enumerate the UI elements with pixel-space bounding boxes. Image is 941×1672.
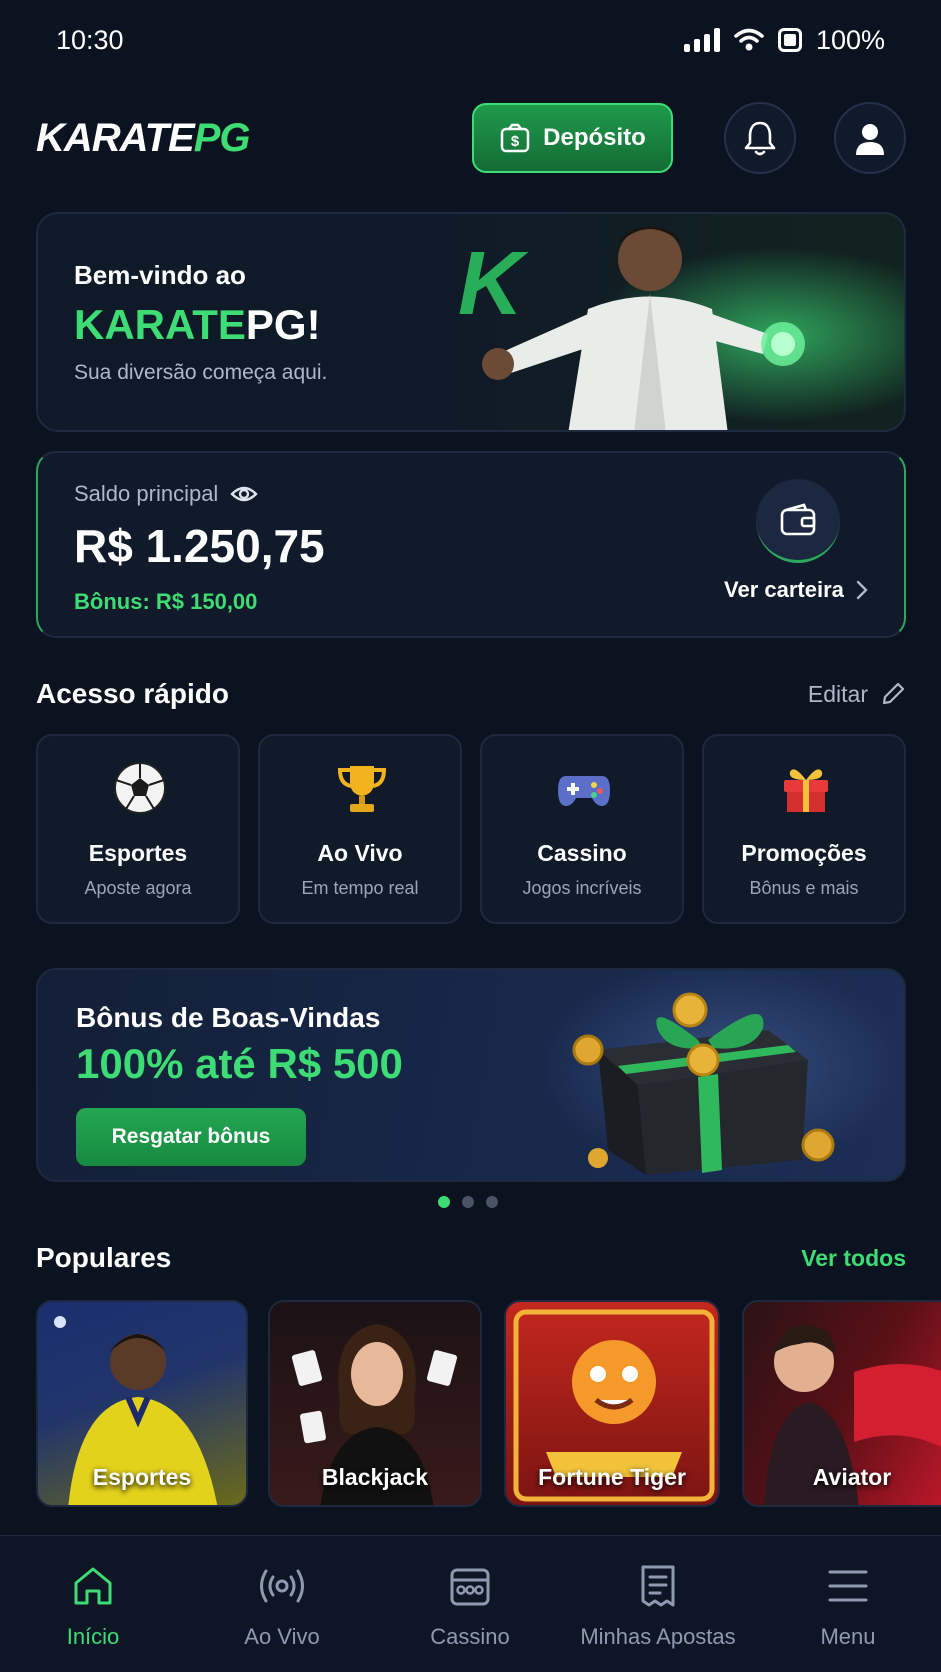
svg-text:$: $ — [511, 133, 520, 150]
welcome-subtitle: Sua diversão começa aqui. — [74, 361, 328, 384]
wallet-button[interactable] — [756, 479, 840, 563]
game-card-aviator[interactable]: Aviator — [742, 1300, 941, 1507]
gamepad-icon — [558, 776, 610, 806]
battery-icon — [777, 28, 802, 52]
quick-card-subtitle: Bônus e mais — [749, 878, 859, 898]
home-icon — [74, 1567, 112, 1605]
money-bag-icon: $ — [500, 123, 530, 153]
quick-card-title: Esportes — [88, 840, 188, 866]
trophy-icon — [337, 766, 387, 812]
nav-label: Ao Vivo — [244, 1624, 320, 1649]
live-broadcast-icon — [260, 1569, 304, 1603]
game-card-label: Blackjack — [321, 1464, 429, 1490]
karatepg-logo[interactable]: KARATEPG — [36, 116, 250, 161]
user-avatar-icon — [856, 124, 884, 155]
status-indicators: 100% — [683, 24, 885, 56]
chevron-right-icon — [856, 580, 868, 600]
carousel-dot[interactable] — [462, 1196, 474, 1208]
quick-card-subtitle: Jogos incríveis — [522, 878, 642, 898]
nav-item-my-bets[interactable]: Minhas Apostas — [568, 1560, 748, 1650]
view-wallet-link[interactable]: Ver carteira — [724, 577, 868, 603]
quick-card-title: Ao Vivo — [317, 840, 403, 866]
quick-card-title: Promoções — [741, 840, 867, 866]
battery-percent: 100% — [815, 24, 885, 55]
wallet-icon — [780, 502, 816, 535]
quick-card-promotions[interactable]: Promoções Bônus e mais — [702, 734, 906, 924]
nav-label: Início — [66, 1624, 120, 1649]
status-time: 10:30 — [56, 24, 124, 55]
promo-amount: 100% até R$ 500 — [76, 1040, 403, 1087]
pencil-icon — [882, 682, 905, 705]
balance-card: Saldo principal R$ 1.250,75 Bônus: R$ 15… — [36, 451, 906, 638]
nav-label: Cassino — [430, 1624, 510, 1649]
svg-text:K: K — [458, 234, 529, 334]
bet-slip-icon — [641, 1565, 675, 1607]
gift-icon — [784, 769, 828, 812]
popular-header: Populares Ver todos — [36, 1242, 906, 1274]
gift-box-illustration — [538, 970, 904, 1180]
deposit-label: Depósito — [543, 124, 646, 151]
deposit-button[interactable]: $ Depósito — [472, 103, 673, 173]
app-header: KARATEPG $ Depósito — [36, 100, 906, 176]
edit-quick-access-link[interactable]: Editar — [808, 681, 906, 708]
carousel-indicators — [438, 1196, 498, 1208]
quick-access-title: Acesso rápido — [36, 678, 229, 709]
nav-label: Menu — [820, 1624, 876, 1649]
nav-label: Minhas Apostas — [580, 1624, 736, 1649]
welcome-brand: KARATEPG! — [74, 301, 321, 348]
nav-item-home[interactable]: Início — [3, 1560, 183, 1650]
game-card-label: Aviator — [812, 1464, 892, 1490]
balance-value: R$ 1.250,75 — [74, 520, 325, 572]
profile-button[interactable] — [834, 102, 906, 174]
promo-title: Bônus de Boas-Vindas — [76, 1002, 381, 1033]
welcome-banner[interactable]: Bem-vindo ao KARATEPG! Sua diversão come… — [36, 212, 906, 432]
balance-label-row: Saldo principal — [74, 481, 259, 507]
game-card-label: Esportes — [92, 1464, 192, 1490]
popular-title: Populares — [36, 1242, 172, 1273]
hamburger-menu-icon — [828, 1570, 868, 1602]
notifications-button[interactable] — [724, 102, 796, 174]
balance-label: Saldo principal — [74, 481, 219, 506]
nav-item-casino[interactable]: Cassino — [380, 1560, 560, 1650]
see-all-link[interactable]: Ver todos — [801, 1245, 906, 1272]
welcome-bonus-banner[interactable]: Bônus de Boas-Vindas 100% até R$ 500 Res… — [36, 968, 906, 1182]
quick-access-header: Acesso rápido Editar — [36, 678, 906, 710]
quick-card-subtitle: Em tempo real — [301, 878, 419, 898]
signal-icon — [683, 28, 720, 52]
karate-fighter-illustration: K — [438, 214, 904, 430]
quick-access-grid: Esportes Aposte agora Ao Vivo Em tempo r… — [36, 734, 906, 924]
carousel-dot[interactable] — [486, 1196, 498, 1208]
soccer-ball-icon — [114, 762, 166, 814]
nav-item-menu[interactable]: Menu — [758, 1560, 938, 1650]
claim-bonus-button[interactable]: Resgatar bônus — [76, 1108, 306, 1166]
popular-games-row: Esportes Blackjack Fortune Tiger Aviator — [36, 1300, 941, 1507]
game-card-sports[interactable]: Esportes — [36, 1300, 248, 1507]
quick-card-subtitle: Aposte agora — [84, 878, 192, 898]
bonus-balance: Bônus: R$ 150,00 — [74, 589, 258, 614]
bell-icon — [744, 121, 776, 156]
wifi-icon — [734, 28, 764, 51]
nav-item-live[interactable]: Ao Vivo — [192, 1560, 372, 1650]
game-card-blackjack[interactable]: Blackjack — [268, 1300, 482, 1507]
eye-icon[interactable] — [230, 484, 259, 504]
welcome-line: Bem-vindo ao — [74, 260, 246, 290]
welcome-text: Bem-vindo ao KARATEPG! Sua diversão come… — [74, 260, 327, 385]
quick-card-sports[interactable]: Esportes Aposte agora — [36, 734, 240, 924]
game-card-label: Fortune Tiger — [538, 1464, 686, 1490]
quick-card-casino[interactable]: Cassino Jogos incríveis — [480, 734, 684, 924]
carousel-dot[interactable] — [438, 1196, 450, 1208]
status-bar: 10:30 100% — [0, 0, 941, 80]
game-card-fortune-tiger[interactable]: Fortune Tiger — [504, 1300, 720, 1507]
bottom-navigation: Início Ao Vivo Cassino Minhas Apostas Me… — [0, 1535, 941, 1672]
quick-card-live[interactable]: Ao Vivo Em tempo real — [258, 734, 462, 924]
slot-machine-icon — [450, 1568, 490, 1606]
quick-card-title: Cassino — [537, 840, 627, 866]
